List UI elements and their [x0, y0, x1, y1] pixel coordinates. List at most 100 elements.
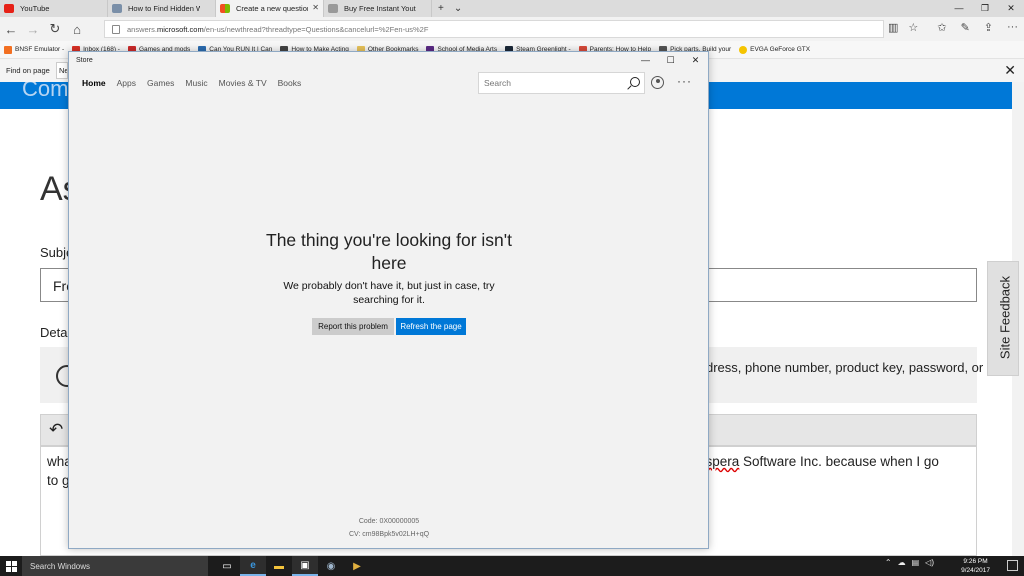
clock-date: 9/24/2017: [961, 567, 990, 574]
nav-books[interactable]: Books: [278, 78, 302, 88]
more-options-icon[interactable]: ···: [677, 74, 692, 88]
bookmark-icon: [4, 45, 12, 54]
tab-hidden-windows[interactable]: How to Find Hidden Windo: [108, 0, 216, 17]
volume-icon[interactable]: ◁): [925, 558, 934, 567]
taskbar-clock[interactable]: 9:26 PM 9/24/2017: [961, 557, 990, 575]
site-feedback-label: Site Feedback: [997, 275, 1013, 360]
find-close-icon[interactable]: ✕: [1004, 62, 1016, 79]
forward-arrow-icon[interactable]: →: [22, 22, 44, 37]
tab-create-question[interactable]: Create a new question o ✕: [216, 0, 324, 17]
notifications-icon[interactable]: [1007, 560, 1018, 571]
lock-icon: [112, 25, 120, 34]
edge-icon[interactable]: e: [240, 556, 266, 576]
reading-view-icon[interactable]: ▥: [888, 21, 898, 34]
correlation-vector: CV: cm98Bpk5v02LH+qQ: [348, 531, 430, 538]
taskbar-apps: ▭ e ▬ ▣ ◉ ▶: [214, 556, 370, 576]
browser-tab-strip: YouTube How to Find Hidden Windo Create …: [0, 0, 1024, 17]
start-button[interactable]: [0, 556, 22, 576]
nav-music[interactable]: Music: [185, 78, 207, 88]
minimize-icon[interactable]: —: [946, 0, 972, 17]
task-view-icon[interactable]: ▭: [214, 556, 240, 576]
store-minimize-icon[interactable]: —: [633, 52, 658, 69]
tab-label: YouTube: [20, 4, 50, 13]
url-prefix: answers.: [127, 24, 158, 34]
nav-movies-tv[interactable]: Movies & TV: [219, 78, 267, 88]
undo-icon[interactable]: ↶: [49, 420, 63, 440]
cloud-icon[interactable]: ☁: [898, 558, 906, 567]
store-app-icon[interactable]: ▣: [292, 556, 318, 576]
store-search-input[interactable]: [479, 73, 619, 93]
tab-label: Create a new question o: [236, 4, 308, 13]
store-nav: Home Apps Games Music Movies & TV Books: [82, 78, 301, 88]
notice-text: dress, phone number, product key, passwo…: [706, 360, 984, 375]
details-label: Deta: [40, 325, 68, 340]
refresh-page-button[interactable]: Refresh the page: [396, 318, 466, 335]
search-icon[interactable]: [630, 77, 640, 87]
store-maximize-icon[interactable]: ☐: [658, 52, 683, 69]
error-code: Code: 0X00000005: [358, 518, 420, 525]
tab-list-chevron-icon[interactable]: ⌄: [454, 3, 462, 14]
browser-toolbar: ✩ ✎ ⇪ ···: [937, 21, 1018, 34]
youtube-favicon-icon: [4, 4, 14, 13]
microsoft-favicon-icon: [220, 4, 230, 13]
favorite-star-icon[interactable]: ☆: [908, 21, 918, 34]
account-avatar-icon[interactable]: [651, 76, 664, 89]
nav-games[interactable]: Games: [147, 78, 174, 88]
clock-time: 9:26 PM: [963, 558, 988, 565]
steam-taskbar-icon[interactable]: ◉: [318, 556, 344, 576]
store-window-title: Store: [76, 57, 93, 64]
store-search-box: [478, 72, 645, 94]
favorite-label: BNSF Emulator -: [15, 46, 65, 53]
new-tab-icon[interactable]: +: [438, 3, 444, 14]
nav-apps[interactable]: Apps: [117, 78, 136, 88]
favorites-hub-icon[interactable]: ✩: [937, 21, 946, 34]
editor-text-end: ospera Software Inc. because when I go: [698, 454, 939, 469]
favorite-label: EVGA GeForce GTX: [750, 46, 811, 53]
refresh-icon[interactable]: ↻: [44, 21, 66, 37]
nav-home[interactable]: Home: [82, 78, 106, 88]
error-code-block: Code: 0X00000005 CV: cm98Bpk5v02LH+qQ: [289, 515, 489, 541]
back-arrow-icon[interactable]: ←: [0, 22, 22, 37]
favorite-item[interactable]: EVGA GeForce GTX: [739, 45, 811, 54]
tray-chevron-icon[interactable]: ⌃: [885, 558, 892, 567]
more-icon[interactable]: ···: [1007, 21, 1018, 34]
store-close-icon[interactable]: ✕: [683, 52, 708, 69]
file-explorer-icon[interactable]: ▬: [266, 556, 292, 576]
banner-text: Com: [22, 82, 69, 101]
browser-window-controls: — ❐ ✕: [946, 0, 1024, 17]
editor-text-rest: Software Inc. because when I go: [739, 454, 939, 469]
home-icon[interactable]: ⌂: [66, 22, 88, 37]
store-window: Store — ☐ ✕ Home Apps Games Music Movies…: [68, 51, 709, 549]
tab-buttons: + ⌄: [432, 0, 462, 17]
close-icon[interactable]: ✕: [998, 0, 1024, 17]
find-label: Find on page: [6, 66, 50, 75]
page-favicon-icon: [112, 4, 122, 13]
tab-label: Buy Free Instant Youtube Di: [344, 4, 416, 13]
web-note-icon[interactable]: ✎: [961, 21, 970, 34]
windows-logo-icon: [5, 560, 17, 572]
url-domain: microsoft.com: [157, 24, 204, 34]
network-icon[interactable]: ▤: [912, 558, 920, 567]
tab-youtube[interactable]: YouTube: [0, 0, 108, 17]
favorite-item[interactable]: BNSF Emulator -: [4, 45, 65, 54]
share-icon[interactable]: ⇪: [984, 21, 993, 34]
page-favicon-icon: [328, 4, 338, 13]
media-player-icon[interactable]: ▶: [344, 556, 370, 576]
system-tray: ⌃ ☁ ▤ ◁): [885, 558, 934, 567]
restore-icon[interactable]: ❐: [972, 0, 998, 17]
error-subtitle: We probably don't have it, but just in c…: [283, 280, 495, 306]
url-path: /en-us/newthread?threadtype=Questions&ca…: [203, 24, 429, 34]
address-bar[interactable]: answers. microsoft.com/en-us/newthread?th…: [104, 20, 884, 38]
taskbar-search[interactable]: Search Windows: [22, 556, 208, 576]
site-feedback-button[interactable]: Site Feedback: [987, 261, 1019, 376]
report-problem-button[interactable]: Report this problem: [312, 318, 394, 335]
tab-label: How to Find Hidden Windo: [128, 4, 200, 13]
tab-buy-youtube[interactable]: Buy Free Instant Youtube Di: [324, 0, 432, 17]
evga-icon: [739, 45, 748, 54]
address-actions: ▥ ☆: [888, 21, 918, 34]
find-input[interactable]: Ne: [56, 62, 68, 79]
tab-close-icon[interactable]: ✕: [312, 3, 319, 12]
store-window-controls: — ☐ ✕: [633, 52, 708, 69]
address-bar-row: ← → ↻ ⌂ answers. microsoft.com/en-us/newt…: [0, 17, 1024, 41]
taskbar: Search Windows ▭ e ▬ ▣ ◉ ▶ ⌃ ☁ ▤ ◁) 9:26…: [0, 556, 1024, 576]
